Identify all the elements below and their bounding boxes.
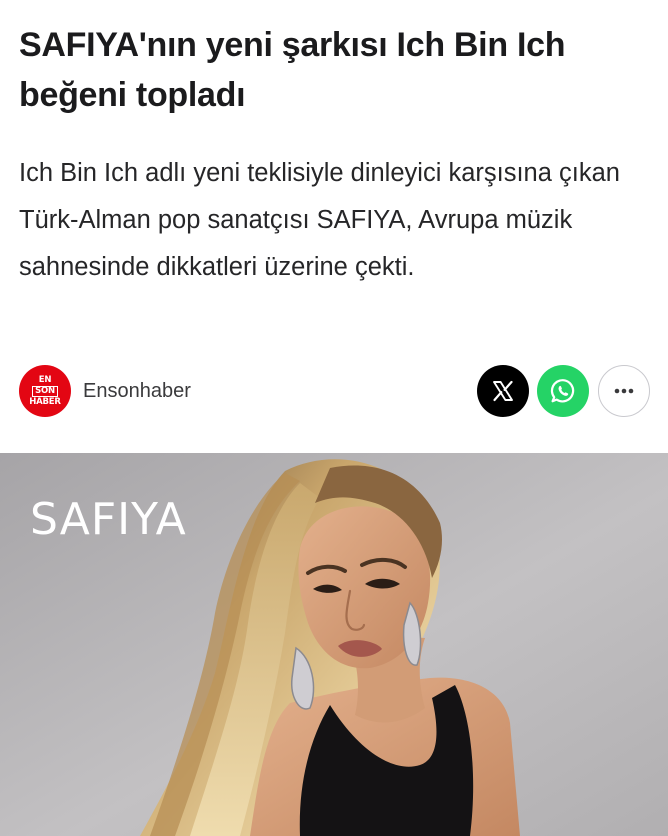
share-more-button[interactable] bbox=[598, 365, 650, 417]
share-x-button[interactable] bbox=[477, 365, 529, 417]
article-summary: Ich Bin Ich adlı yeni teklisiyle dinleyi… bbox=[19, 159, 620, 281]
hero-caption: SAFIYA bbox=[30, 494, 187, 545]
article-header: SAFIYA'nın yeni şarkısı Ich Bin Ich beğe… bbox=[19, 20, 649, 120]
logo-text-son: SON bbox=[32, 385, 58, 397]
share-whatsapp-button[interactable] bbox=[537, 365, 589, 417]
x-logo-icon bbox=[493, 380, 513, 402]
more-horizontal-icon bbox=[614, 388, 634, 394]
source-name[interactable]: Ensonhaber bbox=[83, 378, 191, 404]
logo-text-en: EN bbox=[38, 374, 52, 385]
headline[interactable]: SAFIYA'nın yeni şarkısı Ich Bin Ich beğe… bbox=[19, 20, 649, 120]
logo-text-haber: HABER bbox=[29, 396, 61, 407]
whatsapp-icon bbox=[550, 379, 575, 403]
source-logo[interactable]: EN SON HABER bbox=[19, 365, 71, 417]
source-row: EN SON HABER Ensonhaber bbox=[19, 365, 650, 417]
hero-image[interactable]: SAFIYA bbox=[0, 453, 668, 836]
